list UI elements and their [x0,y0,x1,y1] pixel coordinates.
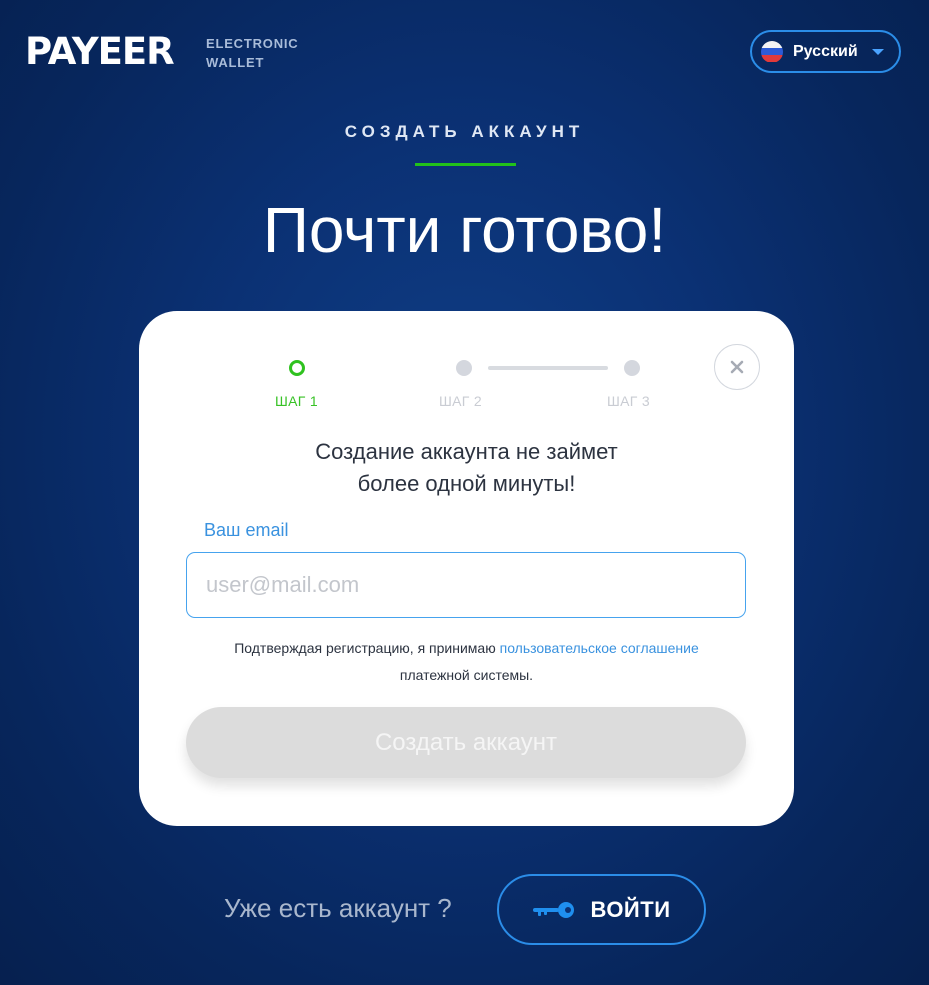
login-label: ВОЙТИ [590,896,671,922]
step-1-dot [289,360,305,376]
step-1-label: ШАГ 1 [275,393,318,409]
registration-card: ШАГ 1 ШАГ 2 ШАГ 3 Создание аккаунта не з… [139,311,794,826]
tagline-line-1: ELECTRONIC [206,36,299,51]
terms-prefix: Подтверждая регистрацию, я принимаю [234,640,496,656]
page-heading: Почти готово! [262,194,667,266]
step-progress [289,360,640,376]
russia-flag-icon [761,40,783,63]
step-2-label: ШАГ 2 [439,393,482,409]
email-label: Ваш email [204,520,289,540]
key-icon [533,901,575,918]
have-account-question: Уже есть аккаунт ? [224,893,452,923]
create-account-button[interactable]: Создать аккаунт [186,707,746,778]
close-icon [730,360,744,374]
tagline-line-2: WALLET [206,55,265,70]
email-input[interactable] [186,552,746,618]
step-3-label: ШАГ 3 [607,393,650,409]
language-selector[interactable]: Русский [750,30,901,73]
login-button[interactable]: ВОЙТИ [497,874,706,945]
title-underline [415,163,516,166]
logo-tagline: ELECTRONIC WALLET [206,34,326,72]
card-subtitle: Создание аккаунта не займет более одной … [139,436,794,500]
subtitle-line-1: Создание аккаунта не займет [315,439,618,464]
terms-suffix: платежной системы. [399,667,534,683]
payeer-logo[interactable]: PAYEER [25,32,175,72]
subtitle-line-2: более одной минуты! [357,471,576,496]
user-agreement-link[interactable]: пользовательское соглашение [500,640,699,656]
chevron-down-icon [871,48,884,55]
language-label: Русский [793,42,858,60]
step-3-dot [624,360,640,376]
registered-mark: ® [165,56,173,67]
section-title: СОЗДАТЬ АККАУНТ [344,122,585,141]
step-2-dot [456,360,472,376]
terms-text: Подтверждая регистрацию, я принимаю поль… [199,635,734,689]
close-button[interactable] [714,344,760,390]
